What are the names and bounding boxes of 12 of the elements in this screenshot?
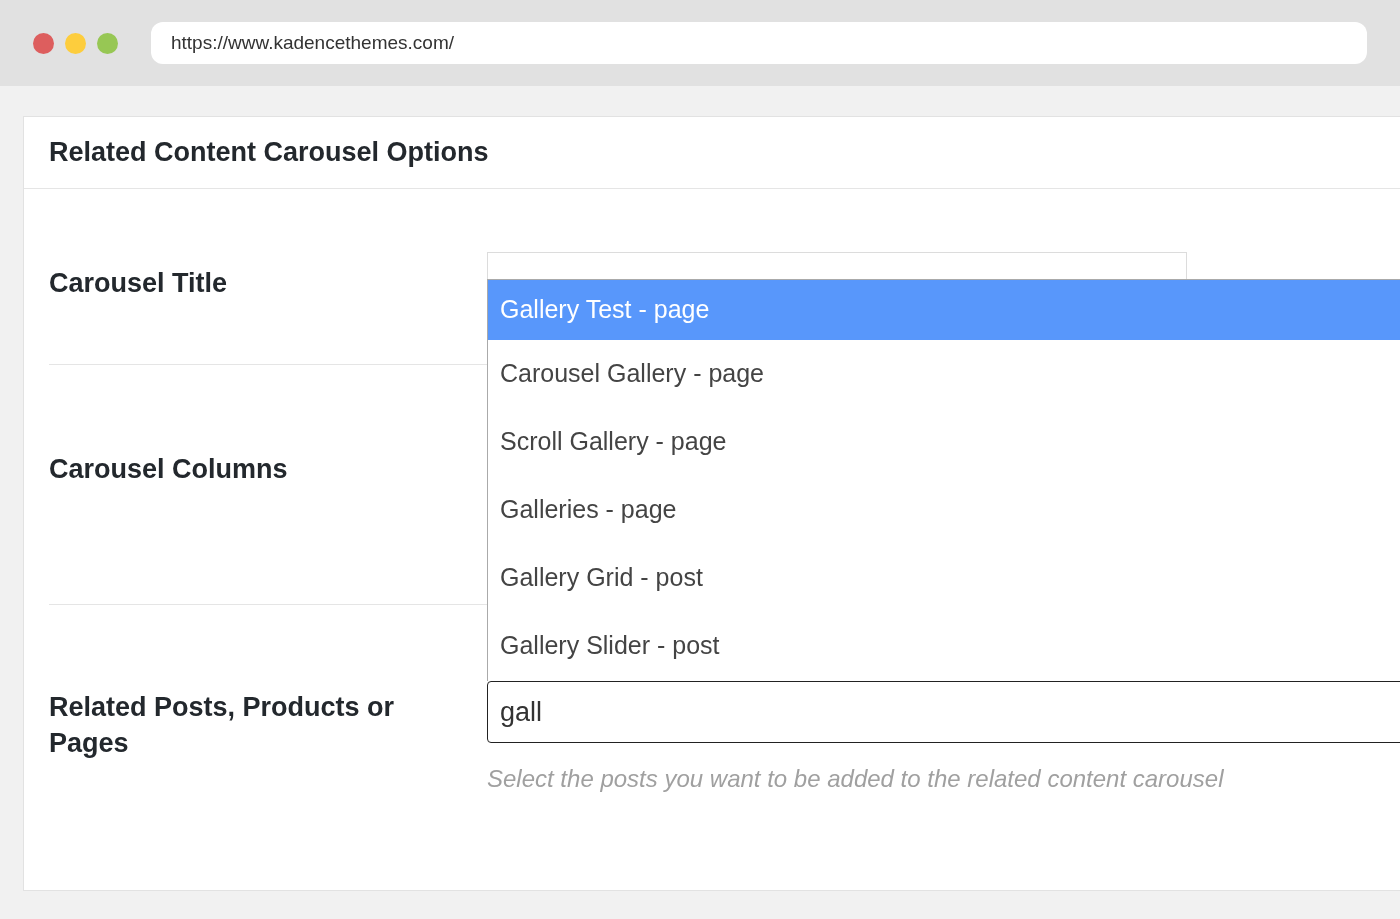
- field-label: Carousel Title: [49, 267, 229, 300]
- field-hint: Select the posts you want to be added to the related content carousel: [487, 764, 1225, 794]
- dropdown-option[interactable]: Galleries - page: [488, 476, 1400, 544]
- address-bar[interactable]: https://www.kadencethemes.com/: [151, 22, 1367, 64]
- panel-title: Related Content Carousel Options: [24, 117, 1400, 189]
- dropdown-option[interactable]: Scroll Gallery - page: [488, 408, 1400, 476]
- field-label: Related Posts, Products or Pages: [49, 691, 396, 760]
- dropdown-option[interactable]: Gallery Grid - post: [488, 544, 1400, 612]
- dropdown-option[interactable]: Gallery Slider - post: [488, 612, 1400, 680]
- search-input-field[interactable]: gall: [487, 681, 1400, 743]
- dropdown-option[interactable]: Carousel Gallery - page: [488, 340, 1400, 408]
- field-label: Carousel Columns: [49, 453, 289, 486]
